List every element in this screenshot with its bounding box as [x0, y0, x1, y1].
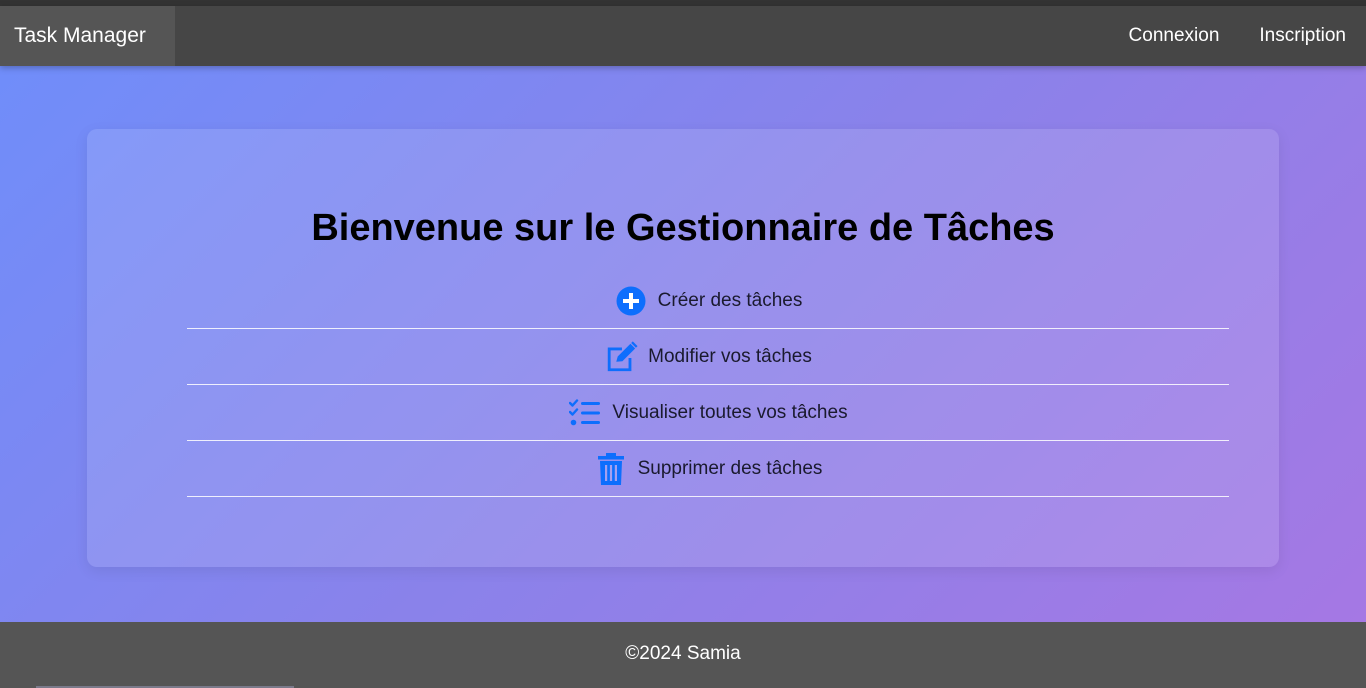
feature-label: Modifier vos tâches [648, 345, 812, 367]
feature-delete[interactable]: Supprimer des tâches [187, 441, 1229, 497]
brand-link[interactable]: Task Manager [0, 6, 175, 66]
feature-label: Créer des tâches [657, 289, 803, 311]
footer: ©2024 Samia [0, 622, 1366, 688]
feature-edit[interactable]: Modifier vos tâches [187, 329, 1229, 385]
checklist-icon [568, 396, 602, 430]
plus-circle-icon [614, 284, 648, 318]
trash-icon [594, 452, 628, 486]
navbar: Task Manager Connexion Inscription [0, 6, 1366, 66]
welcome-card: Bienvenue sur le Gestionnaire de Tâches … [87, 129, 1279, 567]
nav-links: Connexion Inscription [1109, 6, 1366, 66]
feature-list: Créer des tâches Modifier vos tâches Vis… [187, 273, 1229, 497]
feature-label: Visualiser toutes vos tâches [612, 401, 848, 423]
login-link[interactable]: Connexion [1109, 6, 1240, 66]
page-title: Bienvenue sur le Gestionnaire de Tâches [311, 207, 1055, 249]
signup-link[interactable]: Inscription [1239, 6, 1366, 66]
feature-label: Supprimer des tâches [637, 457, 823, 479]
edit-icon [604, 340, 638, 374]
feature-view[interactable]: Visualiser toutes vos tâches [187, 385, 1229, 441]
feature-create[interactable]: Créer des tâches [187, 273, 1229, 329]
copyright-text: ©2024 Samia [625, 643, 741, 664]
